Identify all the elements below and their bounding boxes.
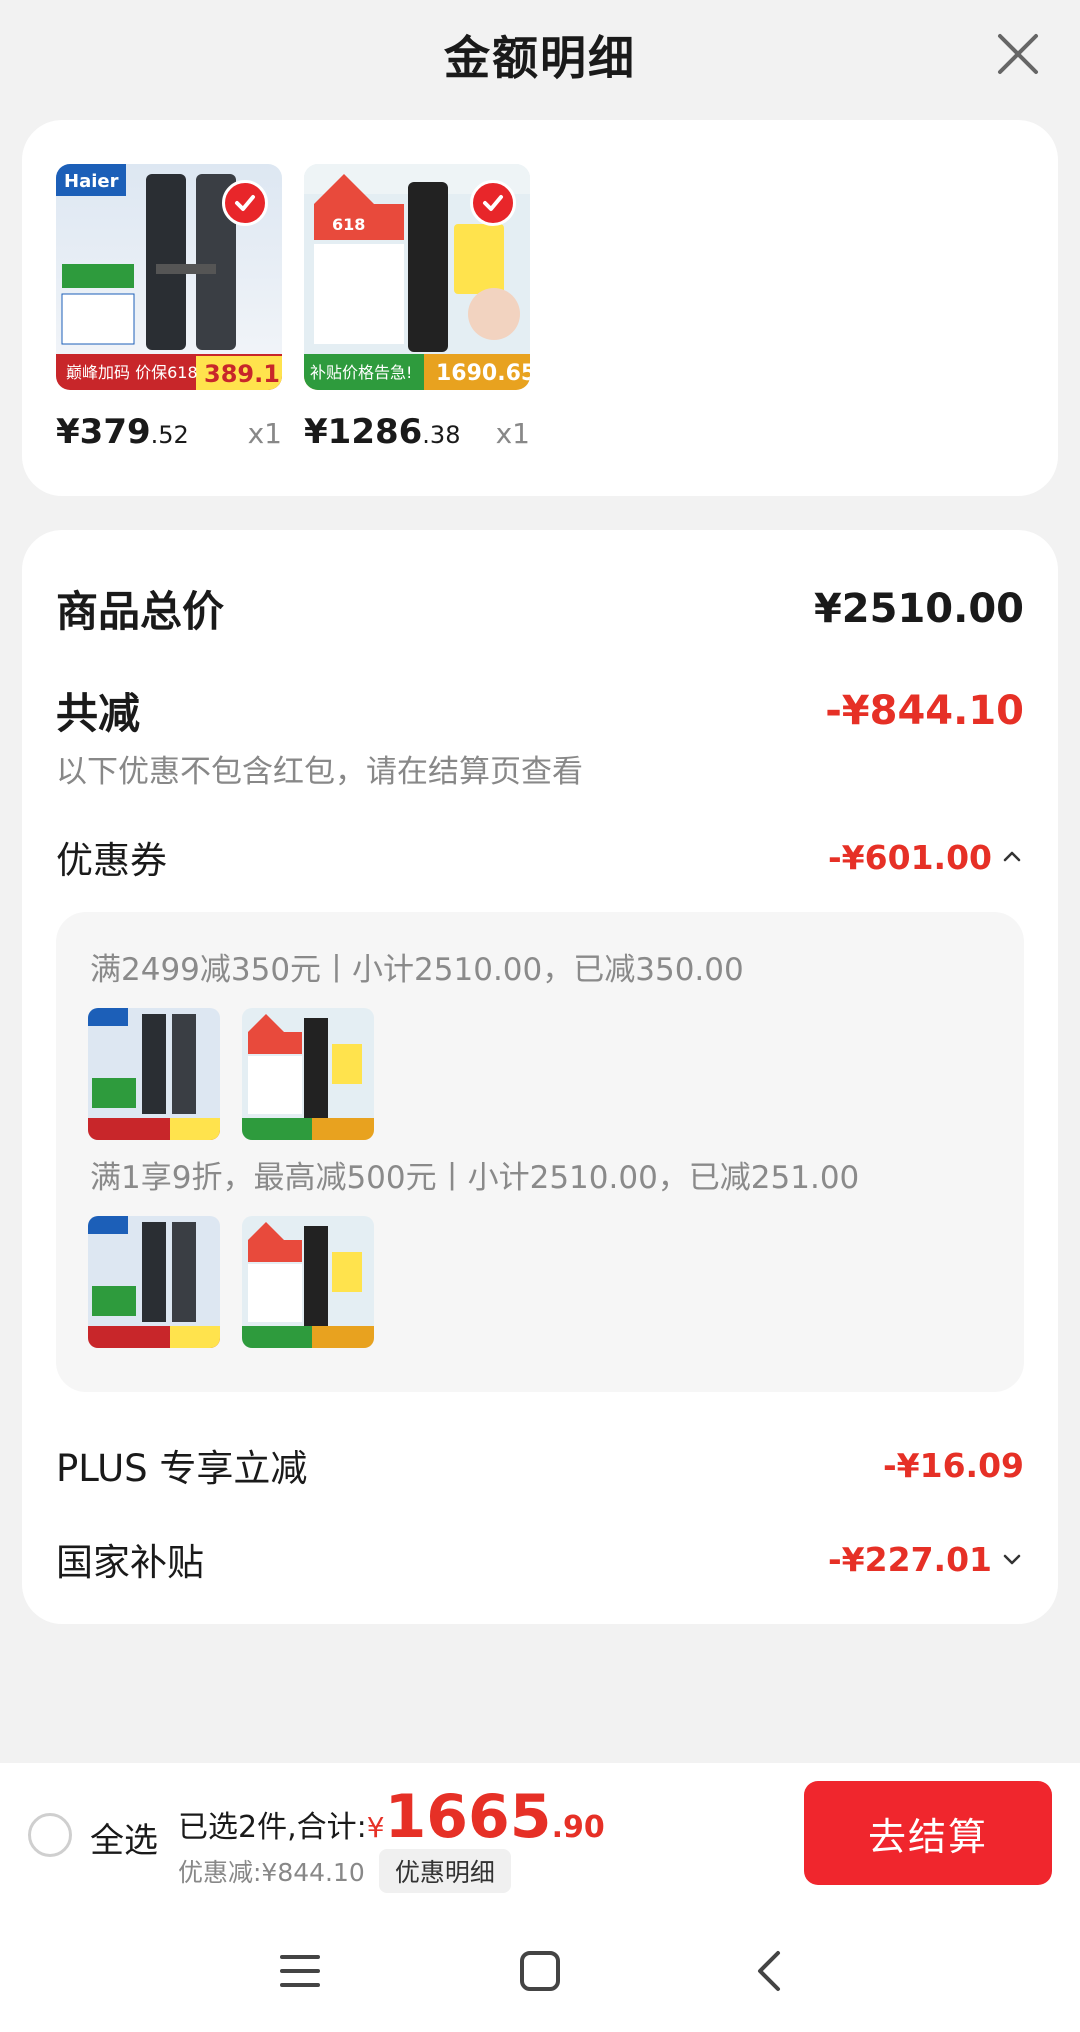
checkout-button[interactable]: 去结算 bbox=[804, 1781, 1052, 1885]
plus-discount-row: PLUS 专享立减 -¥16.09 bbox=[56, 1438, 1024, 1492]
total-amount: 1665 bbox=[384, 1782, 552, 1852]
selected-check-icon[interactable] bbox=[222, 180, 268, 226]
product-thumb bbox=[88, 1216, 220, 1348]
svg-text:Haier: Haier bbox=[64, 171, 119, 192]
plus-label: PLUS 专享立减 bbox=[56, 1447, 308, 1490]
coupon-product-thumbs bbox=[88, 1216, 374, 1348]
reduced-label: 共减 bbox=[56, 689, 141, 738]
subsidy-value: -¥227.01 bbox=[827, 1539, 992, 1579]
selected-check-icon[interactable] bbox=[470, 180, 516, 226]
coupon-rule-line: 满1享9折，最高减500元丨小计2510.00，已减251.00 bbox=[90, 1160, 860, 1196]
coupon-value: -¥601.00 bbox=[827, 837, 992, 877]
reduced-row: 共减 -¥844.10 bbox=[56, 680, 1024, 741]
subsidy-row[interactable]: 国家补贴 -¥227.01 bbox=[56, 1532, 1024, 1586]
product-thumb bbox=[242, 1008, 374, 1140]
system-nav-bar bbox=[0, 1903, 1080, 2032]
product-thumb bbox=[88, 1008, 220, 1140]
chevron-down-icon[interactable] bbox=[1000, 1547, 1024, 1571]
select-all-radio[interactable] bbox=[28, 1813, 72, 1857]
product-thumb bbox=[242, 1216, 374, 1348]
product-price-row: ¥379.52 x1 bbox=[56, 412, 282, 452]
subsidy-value-wrap[interactable]: -¥227.01 bbox=[828, 1540, 1024, 1579]
product-banner-text: 补贴价格告急! bbox=[310, 363, 412, 382]
coupon-detail-box: 满2499减350元丨小计2510.00，已减350.00 满1享9折，最高减5… bbox=[56, 912, 1024, 1392]
reduced-value: -¥844.10 bbox=[825, 687, 1024, 734]
product-banner-text: 巅峰加码 价保618 bbox=[66, 363, 198, 382]
page-title: 金额明细 bbox=[444, 31, 636, 85]
product-price-row: ¥1286.38 x1 bbox=[304, 412, 530, 452]
header: 金额明细 bbox=[0, 0, 1080, 110]
svg-text:389.1: 389.1 bbox=[204, 360, 280, 388]
checkout-bar: 全选 已选2件,合计: ¥ 1665 .90 优惠减:¥844.10 优惠明细 … bbox=[0, 1763, 1080, 1903]
total-row: 商品总价 ¥2510.00 bbox=[56, 578, 1024, 639]
coupon-label: 优惠券 bbox=[56, 839, 167, 882]
svg-text:1690.65: 1690.65 bbox=[436, 361, 530, 386]
svg-text:618: 618 bbox=[332, 215, 365, 234]
product-qty: x1 bbox=[495, 417, 530, 450]
product-price: ¥1286.38 bbox=[304, 412, 461, 452]
product-image[interactable]: 补贴价格告急! 1690.65 618 bbox=[304, 164, 530, 390]
coupon-row[interactable]: 优惠券 -¥601.00 bbox=[56, 830, 1024, 884]
discount-detail-button[interactable]: 优惠明细 bbox=[378, 1849, 511, 1893]
product-item[interactable]: 补贴价格告急! 1690.65 618 ¥1286.38 x1 bbox=[304, 164, 530, 452]
back-icon[interactable] bbox=[740, 1941, 800, 2001]
selected-summary: 已选2件,合计: ¥ 1665 .90 bbox=[178, 1782, 605, 1852]
product-item[interactable]: 巅峰加码 价保618 389.1 Haier ¥379.52 x1 bbox=[56, 164, 282, 452]
total-value: ¥2510.00 bbox=[813, 585, 1024, 632]
total-label: 商品总价 bbox=[56, 587, 225, 636]
coupon-product-thumbs bbox=[88, 1008, 374, 1140]
product-image[interactable]: 巅峰加码 价保618 389.1 Haier bbox=[56, 164, 282, 390]
subsidy-label: 国家补贴 bbox=[56, 1541, 204, 1584]
close-icon[interactable] bbox=[988, 24, 1048, 84]
product-qty: x1 bbox=[247, 417, 282, 450]
products-card: 巅峰加码 价保618 389.1 Haier ¥379.52 x1 补贴价格告急… bbox=[22, 120, 1058, 496]
discount-summary: 优惠减:¥844.10 优惠明细 bbox=[178, 1849, 511, 1893]
chevron-up-icon[interactable] bbox=[1000, 845, 1024, 869]
coupon-value-wrap[interactable]: -¥601.00 bbox=[828, 838, 1024, 877]
discount-note: 以下优惠不包含红包，请在结算页查看 bbox=[56, 754, 583, 790]
coupon-rule-line: 满2499减350元丨小计2510.00，已减350.00 bbox=[90, 952, 744, 988]
price-detail-card: 商品总价 ¥2510.00 共减 -¥844.10 以下优惠不包含红包，请在结算… bbox=[22, 530, 1058, 1624]
menu-icon[interactable] bbox=[270, 1941, 330, 2001]
home-icon[interactable] bbox=[510, 1941, 570, 2001]
product-price: ¥379.52 bbox=[56, 412, 189, 452]
select-all-label[interactable]: 全选 bbox=[90, 1813, 158, 1862]
plus-value: -¥16.09 bbox=[882, 1445, 1024, 1485]
